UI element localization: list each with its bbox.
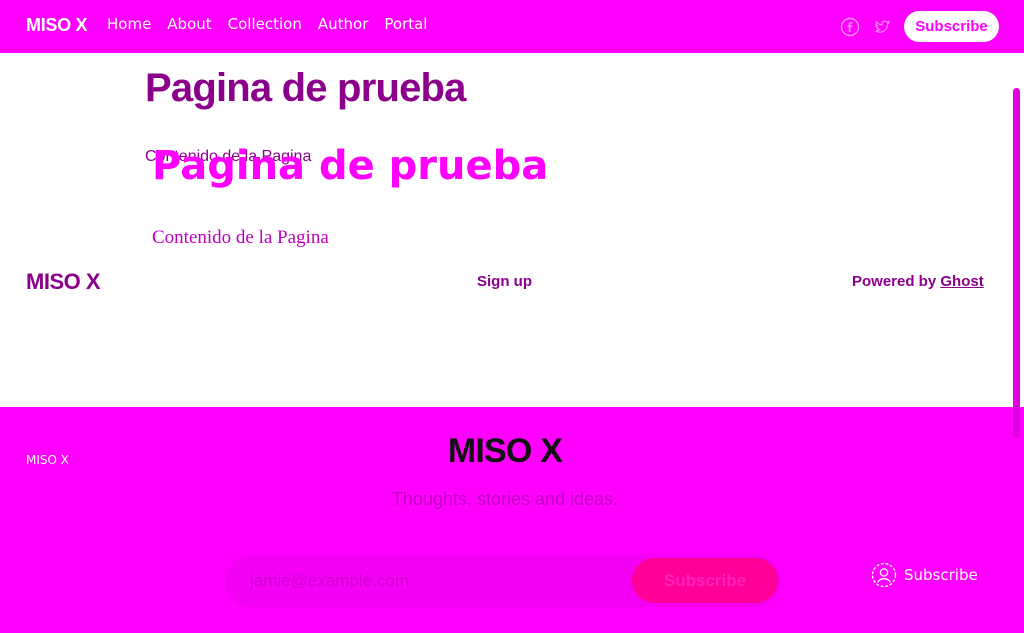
- signup-link[interactable]: Sign up: [477, 273, 532, 290]
- user-circle-icon: [871, 562, 897, 588]
- ghost-link[interactable]: Ghost: [940, 273, 983, 290]
- main-nav: Home About Collection Author Portal: [107, 15, 427, 33]
- nav-home[interactable]: Home: [107, 15, 151, 33]
- nav-about[interactable]: About: [167, 15, 211, 33]
- scrollbar-thumb[interactable]: [1013, 88, 1020, 438]
- powered-by-label: Powered by: [852, 273, 941, 290]
- page-title: Pagina de prueba: [145, 66, 466, 110]
- page-title-overlay: Pagina de prueba: [152, 143, 549, 189]
- top-navbar: MISO X Home About Collection Author Port…: [0, 0, 1024, 53]
- nav-collection[interactable]: Collection: [228, 15, 302, 33]
- portal-trigger[interactable]: Subscribe: [871, 562, 978, 588]
- cta-site-title: MISO X: [447, 432, 563, 470]
- facebook-icon[interactable]: [840, 17, 860, 37]
- portal-label: Subscribe: [904, 566, 978, 584]
- email-input[interactable]: [250, 570, 620, 592]
- footer-logo[interactable]: MISO X: [26, 269, 101, 295]
- site-tagline: Thoughts, stories and ideas.: [391, 489, 619, 509]
- form-subscribe-button[interactable]: Subscribe: [632, 558, 778, 603]
- subscribe-form: Subscribe: [225, 555, 781, 607]
- subscribe-button[interactable]: Subscribe: [904, 11, 999, 42]
- nav-author[interactable]: Author: [318, 15, 369, 33]
- site-logo[interactable]: MISO X: [26, 15, 88, 36]
- powered-by: Powered by Ghost: [852, 273, 984, 290]
- nav-portal[interactable]: Portal: [384, 15, 427, 33]
- page-content-overlay: Contenido de la Pagina: [152, 227, 329, 248]
- twitter-icon[interactable]: [872, 17, 892, 37]
